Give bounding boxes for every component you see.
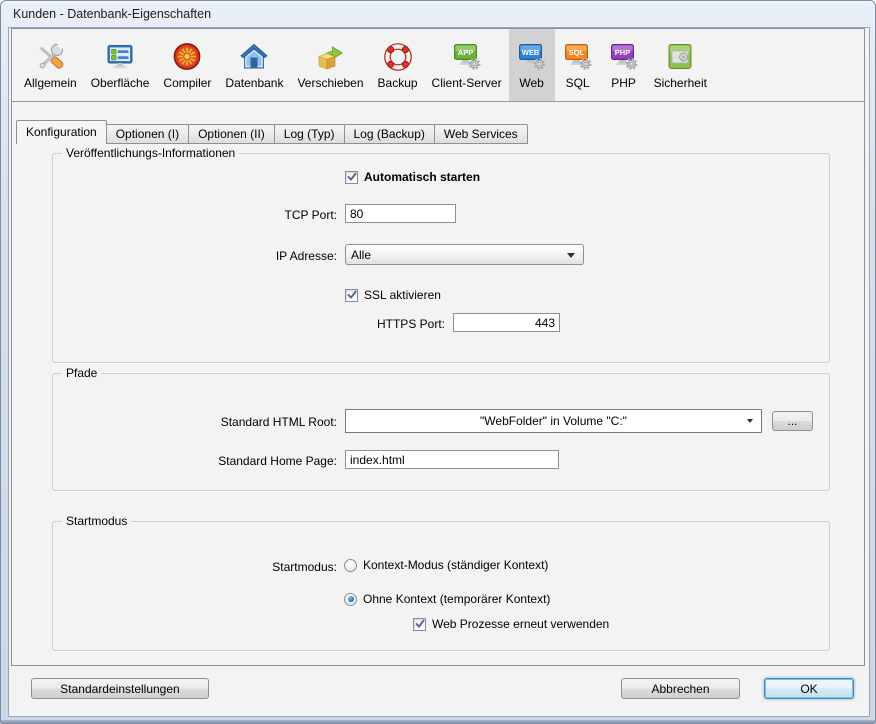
toolbar-item-label: Web [519, 76, 543, 90]
radio-icon [344, 559, 357, 572]
titlebar[interactable]: Kunden - Datenbank-Eigenschaften [3, 2, 873, 27]
home-page-label: Standard Home Page: [53, 454, 337, 468]
autostart-checkbox[interactable]: Automatisch starten [345, 170, 480, 184]
https-port-label: HTTPS Port: [53, 317, 445, 331]
context-mode-radio[interactable]: Kontext-Modus (ständiger Kontext) [344, 558, 548, 572]
toolbar-item-compiler[interactable]: Compiler [156, 29, 218, 101]
reuse-web-processes-label: Web Prozesse erneut verwenden [432, 617, 609, 631]
ip-address-select[interactable]: Alle [345, 244, 584, 265]
ssl-label: SSL aktivieren [364, 288, 441, 302]
html-root-label: Standard HTML Root: [53, 415, 337, 429]
context-mode-label: Kontext-Modus (ständiger Kontext) [363, 558, 548, 572]
toolbar-item-label: SQL [566, 76, 590, 90]
html-root-value: "WebFolder" in Volume "C:" [480, 414, 627, 428]
sql-monitor-gear-icon: SQL [562, 41, 594, 73]
toolbar-item-label: Compiler [163, 76, 211, 90]
defaults-button[interactable]: Standardeinstellungen [31, 678, 209, 699]
web-monitor-gear-icon: WEB [516, 41, 548, 73]
tab-web-services[interactable]: Web Services [434, 124, 528, 144]
startmode-label: Startmodus: [53, 560, 337, 574]
group-title: Startmodus [62, 514, 131, 529]
no-context-radio[interactable]: Ohne Kontext (temporärer Kontext) [344, 592, 550, 606]
tab-log-backup[interactable]: Log (Backup) [344, 124, 435, 144]
toolbar-item-datenbank[interactable]: Datenbank [218, 29, 290, 101]
tcp-port-input[interactable] [345, 204, 456, 223]
toolbar-item-label: Allgemein [24, 76, 77, 90]
compiler-wheel-icon [171, 41, 203, 73]
interface-monitor-icon [104, 41, 136, 73]
checkbox-check-icon [345, 289, 358, 302]
publish-info-group: Veröffentlichungs-Informationen Automati… [52, 153, 830, 363]
properties-panel: Allgemein [11, 28, 865, 666]
group-title: Veröffentlichungs-Informationen [62, 146, 239, 161]
toolbar-item-php[interactable]: PHP PHP [601, 29, 647, 101]
toolbar-item-client-server[interactable]: APP Client-Server [425, 29, 509, 101]
toolbar-item-label: Verschieben [297, 76, 363, 90]
svg-text:SQL: SQL [568, 48, 584, 57]
ok-button[interactable]: OK [764, 678, 854, 699]
radio-selected-icon [344, 593, 357, 606]
database-house-icon [238, 41, 270, 73]
toolbar-item-verschieben[interactable]: Verschieben [290, 29, 370, 101]
toolbar-item-backup[interactable]: Backup [371, 29, 425, 101]
app-monitor-gear-icon: APP [451, 41, 483, 73]
svg-text:APP: APP [457, 48, 472, 57]
toolbar-item-label: Sicherheit [654, 76, 707, 90]
toolbar-item-label: Backup [378, 76, 418, 90]
reuse-web-processes-checkbox[interactable]: Web Prozesse erneut verwenden [413, 617, 609, 631]
svg-text:PHP: PHP [614, 48, 629, 57]
toolbar-item-label: PHP [611, 76, 636, 90]
ssl-checkbox[interactable]: SSL aktivieren [345, 288, 441, 302]
chevron-down-icon [567, 253, 575, 258]
https-port-input[interactable] [453, 313, 560, 332]
tab-konfiguration[interactable]: Konfiguration [16, 120, 107, 144]
chevron-down-icon [747, 419, 753, 423]
paths-group: Pfade Standard HTML Root: "WebFolder" in… [52, 373, 830, 491]
toolbar-item-label: Oberfläche [91, 76, 150, 90]
checkbox-check-icon [413, 618, 426, 631]
safe-icon [664, 41, 696, 73]
browse-button[interactable]: ... [772, 411, 813, 431]
lifebuoy-icon [382, 41, 414, 73]
home-page-input[interactable] [345, 450, 559, 469]
dialog-window: Kunden - Datenbank-Eigenschaften [0, 0, 876, 724]
window-title: Kunden - Datenbank-Eigenschaften [13, 7, 211, 21]
toolbar-item-web[interactable]: WEB Web [509, 29, 555, 101]
toolbar-item-sicherheit[interactable]: Sicherheit [647, 29, 714, 101]
no-context-label: Ohne Kontext (temporärer Kontext) [363, 592, 550, 606]
tab-optionen-2[interactable]: Optionen (II) [188, 124, 275, 144]
move-box-arrow-icon [314, 41, 346, 73]
svg-text:WEB: WEB [521, 48, 539, 57]
html-root-select[interactable]: "WebFolder" in Volume "C:" [345, 409, 762, 433]
tab-optionen-1[interactable]: Optionen (I) [106, 124, 189, 144]
ip-address-value: Alle [351, 248, 371, 262]
php-monitor-gear-icon: PHP [608, 41, 640, 73]
group-title: Pfade [62, 366, 101, 381]
toolbar-item-label: Datenbank [225, 76, 283, 90]
tab-bar: Konfiguration Optionen (I) Optionen (II)… [16, 120, 528, 144]
toolbar-item-allgemein[interactable]: Allgemein [17, 29, 84, 101]
dialog-client-area: Allgemein [8, 27, 870, 717]
tab-log-typ[interactable]: Log (Typ) [274, 124, 345, 144]
tcp-port-label: TCP Port: [53, 208, 337, 222]
tools-icon [34, 41, 66, 73]
toolbar-item-label: Client-Server [432, 76, 502, 90]
toolbar: Allgemein [12, 29, 864, 102]
checkbox-check-icon [345, 171, 358, 184]
toolbar-item-oberflaeche[interactable]: Oberfläche [84, 29, 157, 101]
cancel-button[interactable]: Abbrechen [621, 678, 740, 699]
startmode-group: Startmodus Startmodus: Kontext-Modus (st… [52, 521, 830, 651]
ip-address-label: IP Adresse: [53, 249, 337, 263]
autostart-label: Automatisch starten [364, 170, 480, 184]
toolbar-item-sql[interactable]: SQL SQL [555, 29, 601, 101]
